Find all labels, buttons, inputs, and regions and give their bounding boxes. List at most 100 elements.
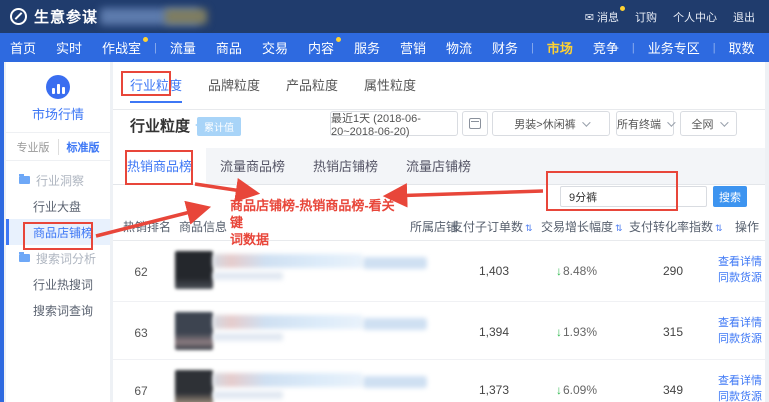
nav-item-marketing[interactable]: 营销 [390, 38, 436, 57]
conversion-index-cell: 290 [613, 264, 683, 278]
censored-product-image [175, 251, 213, 289]
censored-product-meta [213, 272, 283, 280]
subtab-traffic-shop-rank[interactable]: 流量店铺榜 [392, 148, 485, 184]
new-badge-dot [336, 37, 341, 42]
col-header-actions: 操作 [735, 218, 759, 235]
keyword-search-input[interactable] [560, 186, 707, 207]
same-style-supply-link[interactable]: 同款货源 [711, 270, 762, 286]
censored-product-title [213, 373, 363, 387]
down-arrow-icon: ↓ [556, 264, 562, 278]
nav-item-content[interactable]: 内容 [298, 38, 344, 57]
sidebar-item-search-word-query[interactable]: 搜索词查询 [6, 297, 110, 323]
sidebar-item-industry-overview[interactable]: 行业大盘 [6, 193, 110, 219]
col-header-rank: 热销排名 [123, 218, 171, 235]
nav-item-realtime[interactable]: 实时 [46, 38, 92, 57]
tab-brand-granularity[interactable]: 品牌粒度 [208, 62, 260, 110]
sidebar-tab-professional[interactable]: 专业版 [17, 139, 59, 155]
tab-attribute-granularity[interactable]: 属性粒度 [364, 62, 416, 110]
col-header-conversion-index[interactable]: 支付转化率指数⇅ [629, 218, 723, 235]
nav-item-business-zone[interactable]: 业务专区 [638, 38, 710, 57]
nav-item-competition[interactable]: 竞争 [583, 38, 629, 57]
view-details-link[interactable]: 查看详情 [711, 254, 762, 270]
sort-icon: ⇅ [715, 223, 723, 233]
sidebar-item-hot-search-words[interactable]: 行业热搜词 [6, 271, 110, 297]
col-header-product-info: 商品信息 [179, 218, 227, 235]
paid-suborders-cell: 1,403 [433, 264, 509, 278]
censored-product-image [175, 312, 213, 350]
app-logo-icon [10, 8, 27, 25]
order-link[interactable]: 订购 [635, 9, 657, 25]
subtab-hot-product-rank[interactable]: 热销商品榜 [113, 148, 206, 184]
network-dropdown[interactable]: 全网 [680, 111, 737, 136]
chevron-down-icon [667, 118, 675, 126]
nav-item-traffic[interactable]: 流量 [160, 38, 206, 57]
subtab-hot-shop-rank[interactable]: 热销店铺榜 [299, 148, 392, 184]
section-title: 行业粒度 [130, 115, 190, 136]
folder-icon [19, 176, 30, 184]
main-nav-bar: 首页 实时 作战室 | 流量 商品 交易 内容 服务 营销 物流 财务 | 市场… [0, 33, 769, 62]
notification-dot [620, 6, 625, 11]
nav-item-home[interactable]: 首页 [0, 38, 46, 57]
category-dropdown[interactable]: 男装>休闲裤 [492, 111, 610, 136]
sidebar-item-search-analysis[interactable]: 搜索词分析 [6, 245, 110, 271]
nav-item-academy[interactable]: 学院 [765, 38, 769, 57]
messages-link[interactable]: ✉消息 [585, 9, 619, 25]
nav-separator: | [710, 42, 719, 54]
granularity-tabs: 行业粒度 品牌粒度 产品粒度 属性粒度 [113, 62, 765, 110]
nav-separator: | [151, 42, 160, 54]
sidebar-item-industry-insight[interactable]: 行业洞察 [6, 167, 110, 193]
censored-product-meta [213, 333, 283, 341]
nav-item-logistics[interactable]: 物流 [436, 38, 482, 57]
market-module-icon [46, 75, 70, 99]
cumulative-value-badge: 累计值 [197, 117, 241, 136]
nav-item-market[interactable]: 市场 [537, 38, 583, 57]
view-details-link[interactable]: 查看详情 [711, 315, 762, 331]
sort-icon: ⇅ [615, 223, 623, 233]
censored-product-image [175, 370, 213, 402]
col-header-growth[interactable]: 交易增长幅度⇅ [541, 218, 623, 235]
top-header-bar: 生意参谋 ✉消息 订购 个人中心 退出 [0, 0, 769, 33]
calendar-button[interactable] [462, 111, 488, 136]
logout-link[interactable]: 退出 [733, 9, 755, 25]
nav-item-finance[interactable]: 财务 [482, 38, 528, 57]
same-style-supply-link[interactable]: 同款货源 [711, 389, 762, 402]
nav-item-service[interactable]: 服务 [344, 38, 390, 57]
paid-suborders-cell: 1,394 [433, 325, 509, 339]
censored-product-title [213, 315, 363, 329]
sidebar-item-product-shop-rank[interactable]: 商品店铺榜 [6, 219, 110, 245]
tab-industry-granularity[interactable]: 行业粒度 [130, 62, 182, 110]
rank-subtabs: 热销商品榜 流量商品榜 热销店铺榜 流量店铺榜 [113, 148, 765, 185]
rank-cell: 63 [129, 326, 153, 340]
conversion-index-cell: 315 [613, 325, 683, 339]
main-content-panel: 行业粒度 品牌粒度 产品粒度 属性粒度 行业粒度 累计值 最近1天 (2018-… [113, 62, 765, 402]
nav-item-trade[interactable]: 交易 [252, 38, 298, 57]
chevron-down-icon [720, 118, 728, 126]
censored-shop-name-2 [165, 9, 207, 24]
nav-separator: | [629, 42, 638, 54]
table-row: 63 1,394 ↓1.93% 315 查看详情同款货源 [113, 302, 765, 360]
app-logo-text: 生意参谋 [34, 6, 98, 27]
nav-item-data-fetch[interactable]: 取数 [719, 38, 765, 57]
date-range-selector[interactable]: 最近1天 (2018-06-20~2018-06-20) [330, 111, 458, 136]
rank-cell: 67 [129, 384, 153, 398]
col-header-paid-suborders[interactable]: 支付子订单数⇅ [451, 218, 533, 235]
subtab-traffic-product-rank[interactable]: 流量商品榜 [206, 148, 299, 184]
nav-item-warroom[interactable]: 作战室 [92, 38, 151, 57]
terminal-dropdown[interactable]: 所有终端 [616, 111, 674, 136]
same-style-supply-link[interactable]: 同款货源 [711, 331, 762, 347]
personal-center-link[interactable]: 个人中心 [673, 9, 717, 25]
sidebar-module-title: 市场行情 [6, 104, 110, 133]
growth-cell: ↓6.09% [556, 383, 597, 397]
message-icon: ✉ [585, 12, 594, 24]
nav-item-goods[interactable]: 商品 [206, 38, 252, 57]
search-button[interactable]: 搜索 [713, 186, 747, 207]
new-badge-dot [143, 37, 148, 42]
sort-icon: ⇅ [525, 223, 533, 233]
censored-product-meta [213, 391, 283, 399]
growth-cell: ↓8.48% [556, 264, 597, 278]
sidebar-tab-standard[interactable]: 标准版 [59, 139, 100, 155]
down-arrow-icon: ↓ [556, 325, 562, 339]
view-details-link[interactable]: 查看详情 [711, 373, 762, 389]
tab-product-granularity[interactable]: 产品粒度 [286, 62, 338, 110]
censored-shop-name [363, 376, 427, 388]
